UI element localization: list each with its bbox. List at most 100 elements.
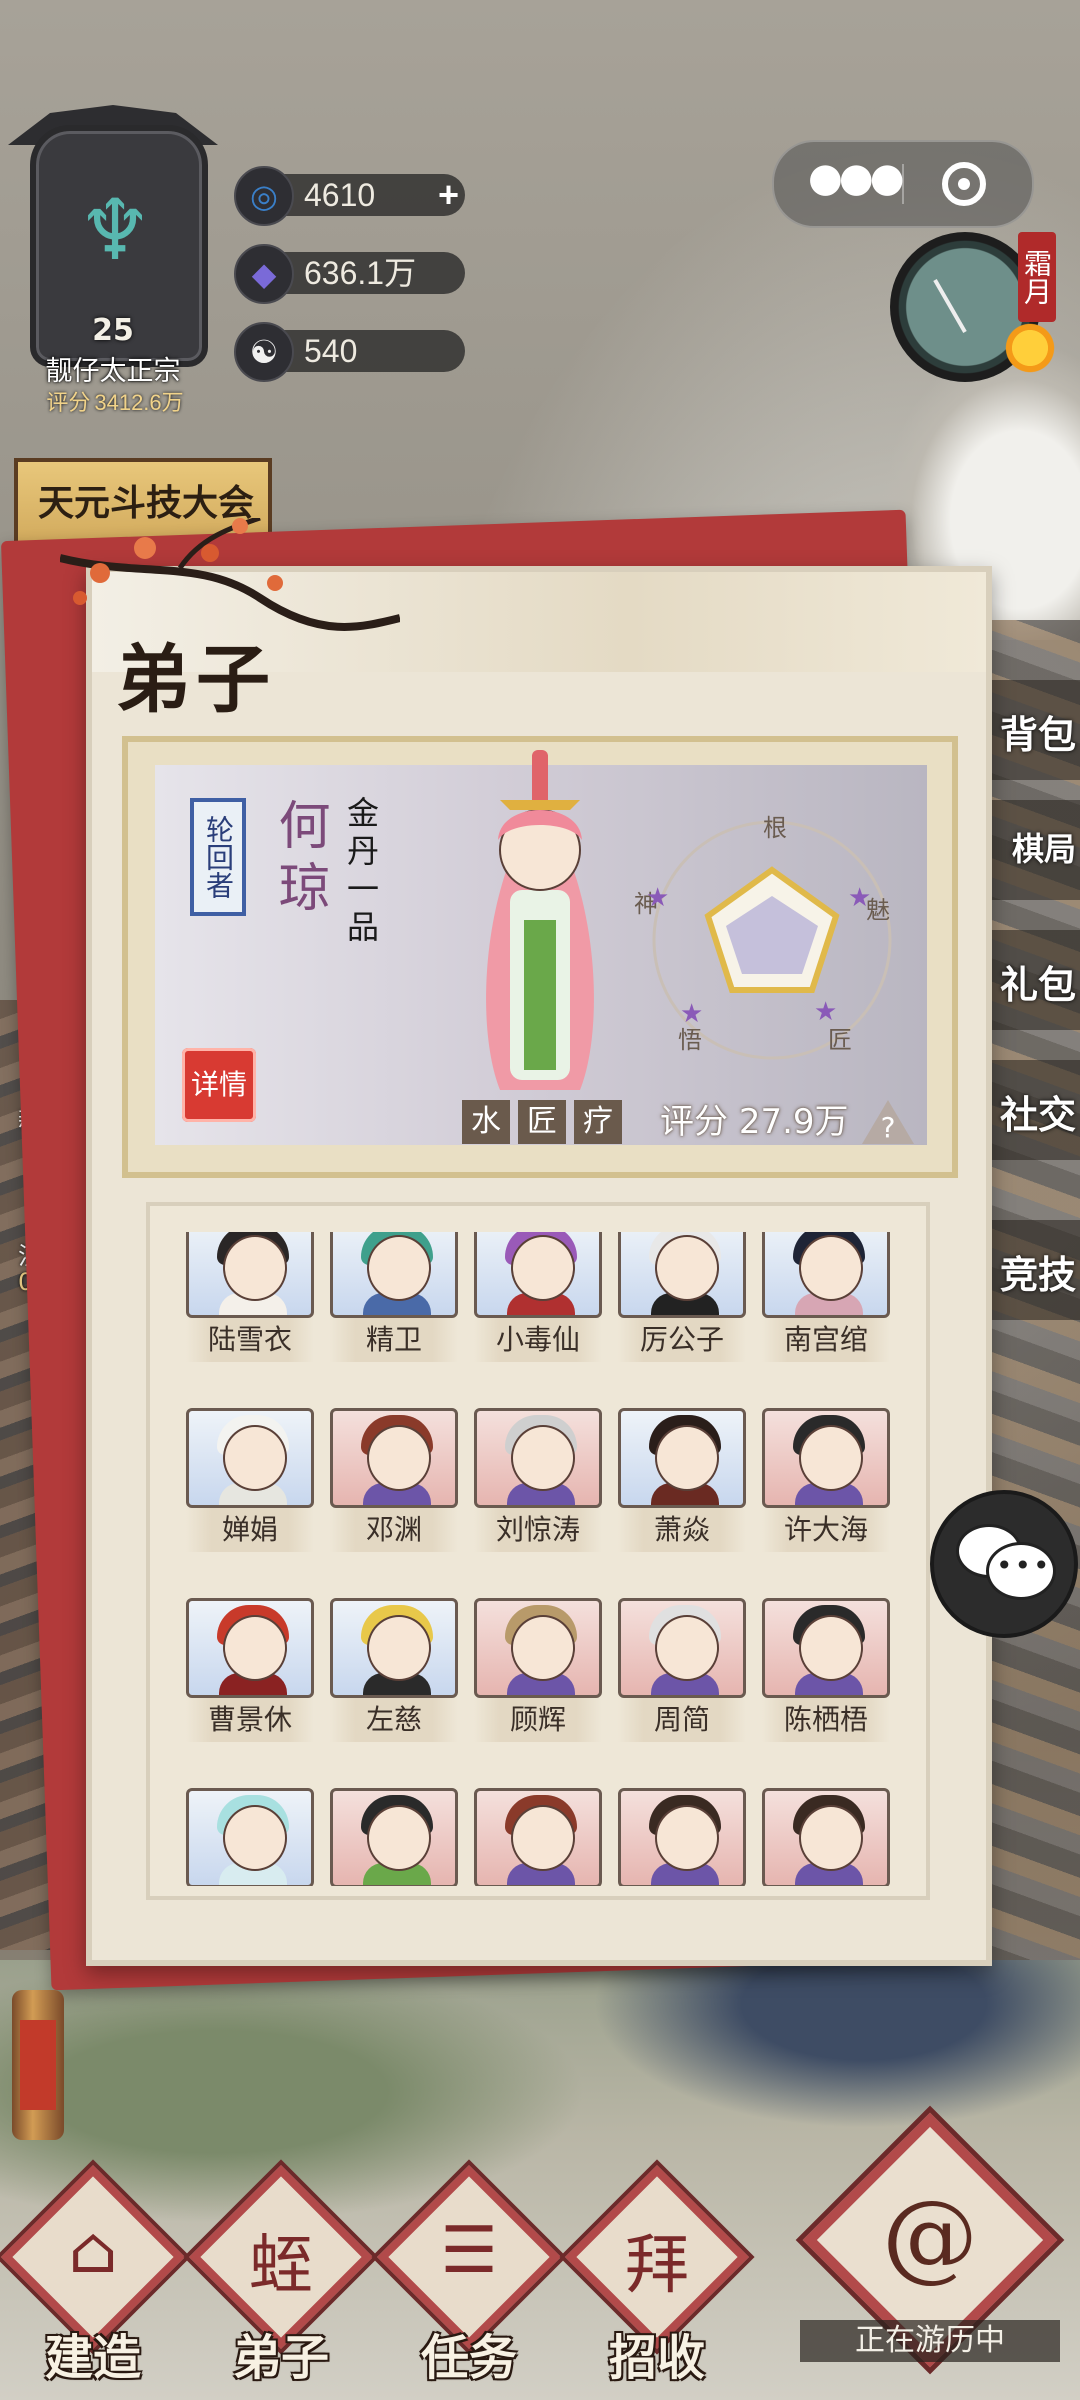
tag-heal: 疗 xyxy=(574,1100,622,1144)
portrait-face xyxy=(223,1615,287,1681)
disciple-card-name: 陆雪衣 xyxy=(186,1318,314,1362)
disciple-portrait xyxy=(186,1232,314,1318)
menu-giftpack[interactable]: 礼包 xyxy=(988,930,1080,1030)
nav-tasks[interactable]: ☰ 任务 xyxy=(377,2165,561,2400)
radar-label-insight: 悟 xyxy=(678,1026,702,1054)
disciple-card[interactable]: 邓渊 xyxy=(330,1408,458,1552)
pavilion-icon: ⌂ xyxy=(68,2214,118,2288)
player-score-value: 3412.6万 xyxy=(94,390,184,415)
resource-bar-crystal[interactable]: ◆ 636.1万 xyxy=(234,244,465,304)
disciple-card[interactable]: 曹景休 xyxy=(186,1598,314,1742)
disciple-card-name: 邓渊 xyxy=(330,1508,458,1552)
portrait-face xyxy=(367,1615,431,1681)
disciple-card[interactable]: 南宫绾 xyxy=(762,1232,890,1362)
attribute-radar-chart: 根 魅 匠 悟 神 ★ ★ ★ ★ xyxy=(634,814,892,1060)
disciple-card[interactable] xyxy=(762,1788,890,1886)
menu-bag[interactable]: 背包 xyxy=(988,680,1080,780)
portrait-face xyxy=(655,1425,719,1491)
disciple-card[interactable]: 陆雪衣 xyxy=(186,1232,314,1362)
disciple-card[interactable]: 陈栖梧 xyxy=(762,1598,890,1742)
disciple-portrait xyxy=(330,1408,458,1508)
nav-recruit[interactable]: 拜 招收 xyxy=(565,2165,749,2400)
disciple-card[interactable]: 精卫 xyxy=(330,1232,458,1362)
player-profile[interactable]: ♆ 25 靓仔太正宗 评分 3412.6万 xyxy=(8,105,218,415)
disciple-portrait xyxy=(618,1788,746,1886)
more-options-icon[interactable]: ●●● xyxy=(808,156,905,212)
disciple-portrait xyxy=(618,1232,746,1318)
nav-disciples[interactable]: 蛭 弟子 xyxy=(189,2165,373,2400)
portrait-face xyxy=(223,1805,287,1871)
close-target-icon[interactable] xyxy=(942,162,986,206)
portrait-face xyxy=(223,1235,287,1301)
disciple-roster-grid[interactable]: 陆雪衣 精卫 小毒仙 厉公子 南宫绾婵娟 邓渊 刘惊涛 萧焱 许大海曹景休 左慈 顾辉 周简 陈栖梧 xyxy=(186,1232,896,1886)
disciple-portrait xyxy=(618,1408,746,1508)
disciple-card[interactable] xyxy=(474,1788,602,1886)
rank-badge: 轮回者 xyxy=(190,798,246,916)
portrait-face xyxy=(367,1805,431,1871)
disciple-card-name: 南宫绾 xyxy=(762,1318,890,1362)
radar-star-insight: ★ xyxy=(680,999,703,1029)
radar-label-craft: 匠 xyxy=(828,1026,852,1054)
detail-button[interactable]: 详情 xyxy=(182,1048,256,1122)
disciple-card[interactable]: 厉公子 xyxy=(618,1232,746,1362)
portrait-face xyxy=(799,1615,863,1681)
radar-label-root: 根 xyxy=(763,814,787,842)
menu-arena[interactable]: 竞技 xyxy=(988,1220,1080,1320)
disciple-realm: 金丹一品 xyxy=(342,796,380,948)
travel-button[interactable]: @ 正在游历中 xyxy=(800,2112,1060,2380)
disciple-card-name: 左慈 xyxy=(330,1698,458,1742)
disciple-card-name: 周简 xyxy=(618,1698,746,1742)
menu-chess[interactable]: 棋局 xyxy=(988,800,1080,900)
nav-build[interactable]: ⌂ 建造 xyxy=(1,2165,185,2400)
resource-bar-coins[interactable]: ◎ 4610 + xyxy=(234,166,465,226)
tag-water: 水 xyxy=(462,1100,510,1144)
disciple-card[interactable]: 萧焱 xyxy=(618,1408,746,1552)
disciple-score: 评分 27.9万 xyxy=(660,1094,849,1143)
recruit-card-icon: 拜 xyxy=(625,2229,689,2303)
portrait-face xyxy=(367,1235,431,1301)
season-label: 霜月 xyxy=(1018,232,1056,322)
disciple-card[interactable]: 婵娟 xyxy=(186,1408,314,1552)
disciple-name: 何琼 xyxy=(269,798,329,922)
menu-social-label: 社交 xyxy=(999,1092,1076,1137)
disciple-icon: 蛭 xyxy=(249,2229,313,2303)
disciple-card[interactable] xyxy=(330,1788,458,1886)
disciple-card-name: 厉公子 xyxy=(618,1318,746,1362)
portrait-face xyxy=(655,1805,719,1871)
disciple-card-name: 陈栖梧 xyxy=(762,1698,890,1742)
disciple-card[interactable]: 许大海 xyxy=(762,1408,890,1552)
disciple-card[interactable]: 刘惊涛 xyxy=(474,1408,602,1552)
portrait-face xyxy=(799,1235,863,1301)
menu-arena-label: 竞技 xyxy=(999,1252,1076,1297)
disciple-portrait xyxy=(186,1408,314,1508)
radar-star-charm: ★ xyxy=(848,883,871,913)
disciple-card[interactable]: 周简 xyxy=(618,1598,746,1742)
menu-bag-label: 背包 xyxy=(999,712,1076,757)
disciple-card[interactable] xyxy=(618,1788,746,1886)
disciple-card[interactable]: 顾辉 xyxy=(474,1598,602,1742)
disciple-card[interactable]: 小毒仙 xyxy=(474,1232,602,1362)
menu-social[interactable]: 社交 xyxy=(988,1060,1080,1160)
portrait-face xyxy=(367,1425,431,1491)
nav-disciples-label: 弟子 xyxy=(232,2330,329,2386)
disciple-portrait xyxy=(186,1788,314,1886)
disciple-portrait xyxy=(762,1232,890,1318)
panel-title: 弟子 xyxy=(116,637,276,723)
chat-button[interactable]: ••• xyxy=(930,1490,1078,1638)
disciple-portrait xyxy=(330,1788,458,1886)
scroll-menu-icon[interactable] xyxy=(12,1990,64,2140)
add-coins-button[interactable]: + xyxy=(438,174,459,216)
disciple-card[interactable]: 左慈 xyxy=(330,1598,458,1742)
travel-swirl-icon: @ xyxy=(882,2180,978,2292)
portrait-face xyxy=(799,1425,863,1491)
sun-icon xyxy=(1002,320,1058,376)
disciple-portrait xyxy=(762,1598,890,1698)
portrait-face xyxy=(511,1425,575,1491)
disciple-card-name: 顾辉 xyxy=(474,1698,602,1742)
disciple-portrait xyxy=(474,1232,602,1318)
disciple-card-name: 刘惊涛 xyxy=(474,1508,602,1552)
disciple-portrait xyxy=(618,1598,746,1698)
disciple-card[interactable] xyxy=(186,1788,314,1886)
resource-bar-yinyang[interactable]: ☯ 540 xyxy=(234,322,465,382)
radar-star-craft: ★ xyxy=(814,997,837,1027)
